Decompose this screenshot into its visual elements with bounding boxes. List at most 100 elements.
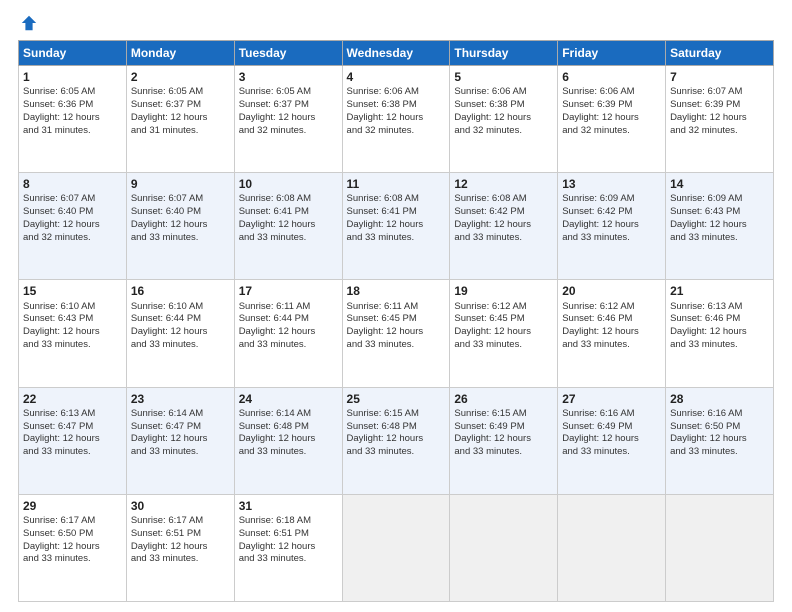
calendar-cell: 13 Sunrise: 6:09 AM Sunset: 6:42 PM Dayl… xyxy=(558,173,666,280)
day-number: 4 xyxy=(347,69,446,85)
daylight-minutes: and 33 minutes. xyxy=(670,339,738,350)
daylight-minutes: and 33 minutes. xyxy=(131,339,199,350)
day-header-wednesday: Wednesday xyxy=(342,41,450,66)
sunset-text: Sunset: 6:48 PM xyxy=(347,421,417,432)
day-number: 14 xyxy=(670,176,769,192)
calendar-cell: 29 Sunrise: 6:17 AM Sunset: 6:50 PM Dayl… xyxy=(19,494,127,601)
daylight-minutes: and 33 minutes. xyxy=(670,446,738,457)
sunset-text: Sunset: 6:44 PM xyxy=(131,313,201,324)
daylight-text: Daylight: 12 hours xyxy=(562,326,639,337)
calendar-cell: 17 Sunrise: 6:11 AM Sunset: 6:44 PM Dayl… xyxy=(234,280,342,387)
sunset-text: Sunset: 6:42 PM xyxy=(454,206,524,217)
daylight-text: Daylight: 12 hours xyxy=(454,112,531,123)
sunset-text: Sunset: 6:41 PM xyxy=(347,206,417,217)
day-header-tuesday: Tuesday xyxy=(234,41,342,66)
day-header-friday: Friday xyxy=(558,41,666,66)
daylight-minutes: and 33 minutes. xyxy=(562,446,630,457)
sunset-text: Sunset: 6:43 PM xyxy=(670,206,740,217)
daylight-minutes: and 32 minutes. xyxy=(23,232,91,243)
daylight-minutes: and 33 minutes. xyxy=(239,553,307,564)
calendar-cell: 28 Sunrise: 6:16 AM Sunset: 6:50 PM Dayl… xyxy=(666,387,774,494)
calendar-cell: 9 Sunrise: 6:07 AM Sunset: 6:40 PM Dayli… xyxy=(126,173,234,280)
sunrise-text: Sunrise: 6:07 AM xyxy=(131,193,203,204)
daylight-text: Daylight: 12 hours xyxy=(347,112,424,123)
calendar-cell: 8 Sunrise: 6:07 AM Sunset: 6:40 PM Dayli… xyxy=(19,173,127,280)
daylight-minutes: and 32 minutes. xyxy=(562,125,630,136)
daylight-minutes: and 33 minutes. xyxy=(562,339,630,350)
sunset-text: Sunset: 6:51 PM xyxy=(239,528,309,539)
sunset-text: Sunset: 6:45 PM xyxy=(347,313,417,324)
sunset-text: Sunset: 6:50 PM xyxy=(23,528,93,539)
day-number: 28 xyxy=(670,391,769,407)
day-header-monday: Monday xyxy=(126,41,234,66)
sunrise-text: Sunrise: 6:16 AM xyxy=(670,408,742,419)
daylight-text: Daylight: 12 hours xyxy=(239,326,316,337)
calendar-cell: 6 Sunrise: 6:06 AM Sunset: 6:39 PM Dayli… xyxy=(558,66,666,173)
logo-icon xyxy=(20,14,38,32)
calendar-cell: 16 Sunrise: 6:10 AM Sunset: 6:44 PM Dayl… xyxy=(126,280,234,387)
daylight-text: Daylight: 12 hours xyxy=(454,326,531,337)
daylight-text: Daylight: 12 hours xyxy=(131,112,208,123)
daylight-text: Daylight: 12 hours xyxy=(239,433,316,444)
sunset-text: Sunset: 6:39 PM xyxy=(670,99,740,110)
day-number: 27 xyxy=(562,391,661,407)
header xyxy=(18,16,774,32)
sunrise-text: Sunrise: 6:15 AM xyxy=(347,408,419,419)
sunset-text: Sunset: 6:46 PM xyxy=(562,313,632,324)
calendar-cell: 5 Sunrise: 6:06 AM Sunset: 6:38 PM Dayli… xyxy=(450,66,558,173)
calendar-cell: 20 Sunrise: 6:12 AM Sunset: 6:46 PM Dayl… xyxy=(558,280,666,387)
day-number: 13 xyxy=(562,176,661,192)
calendar-cell: 25 Sunrise: 6:15 AM Sunset: 6:48 PM Dayl… xyxy=(342,387,450,494)
calendar-cell: 24 Sunrise: 6:14 AM Sunset: 6:48 PM Dayl… xyxy=(234,387,342,494)
daylight-minutes: and 33 minutes. xyxy=(454,232,522,243)
day-number: 26 xyxy=(454,391,553,407)
daylight-text: Daylight: 12 hours xyxy=(23,326,100,337)
sunset-text: Sunset: 6:38 PM xyxy=(454,99,524,110)
sunset-text: Sunset: 6:47 PM xyxy=(23,421,93,432)
daylight-text: Daylight: 12 hours xyxy=(131,219,208,230)
day-number: 7 xyxy=(670,69,769,85)
sunrise-text: Sunrise: 6:09 AM xyxy=(562,193,634,204)
sunrise-text: Sunrise: 6:14 AM xyxy=(131,408,203,419)
calendar-cell: 18 Sunrise: 6:11 AM Sunset: 6:45 PM Dayl… xyxy=(342,280,450,387)
calendar-cell: 3 Sunrise: 6:05 AM Sunset: 6:37 PM Dayli… xyxy=(234,66,342,173)
sunset-text: Sunset: 6:38 PM xyxy=(347,99,417,110)
daylight-text: Daylight: 12 hours xyxy=(562,219,639,230)
calendar-cell: 26 Sunrise: 6:15 AM Sunset: 6:49 PM Dayl… xyxy=(450,387,558,494)
calendar-cell: 22 Sunrise: 6:13 AM Sunset: 6:47 PM Dayl… xyxy=(19,387,127,494)
calendar-cell: 19 Sunrise: 6:12 AM Sunset: 6:45 PM Dayl… xyxy=(450,280,558,387)
daylight-minutes: and 31 minutes. xyxy=(23,125,91,136)
daylight-minutes: and 32 minutes. xyxy=(670,125,738,136)
day-number: 17 xyxy=(239,283,338,299)
sunset-text: Sunset: 6:41 PM xyxy=(239,206,309,217)
sunrise-text: Sunrise: 6:08 AM xyxy=(454,193,526,204)
day-number: 8 xyxy=(23,176,122,192)
day-number: 6 xyxy=(562,69,661,85)
daylight-text: Daylight: 12 hours xyxy=(562,112,639,123)
calendar-cell xyxy=(342,494,450,601)
sunrise-text: Sunrise: 6:17 AM xyxy=(23,515,95,526)
daylight-minutes: and 33 minutes. xyxy=(454,339,522,350)
sunrise-text: Sunrise: 6:10 AM xyxy=(131,301,203,312)
sunset-text: Sunset: 6:47 PM xyxy=(131,421,201,432)
sunset-text: Sunset: 6:46 PM xyxy=(670,313,740,324)
day-number: 11 xyxy=(347,176,446,192)
sunset-text: Sunset: 6:42 PM xyxy=(562,206,632,217)
sunset-text: Sunset: 6:39 PM xyxy=(562,99,632,110)
calendar-cell: 4 Sunrise: 6:06 AM Sunset: 6:38 PM Dayli… xyxy=(342,66,450,173)
day-number: 18 xyxy=(347,283,446,299)
daylight-text: Daylight: 12 hours xyxy=(239,219,316,230)
calendar-cell: 12 Sunrise: 6:08 AM Sunset: 6:42 PM Dayl… xyxy=(450,173,558,280)
daylight-minutes: and 33 minutes. xyxy=(23,553,91,564)
daylight-text: Daylight: 12 hours xyxy=(670,112,747,123)
calendar-cell: 23 Sunrise: 6:14 AM Sunset: 6:47 PM Dayl… xyxy=(126,387,234,494)
day-number: 29 xyxy=(23,498,122,514)
day-header-saturday: Saturday xyxy=(666,41,774,66)
daylight-text: Daylight: 12 hours xyxy=(23,112,100,123)
day-number: 25 xyxy=(347,391,446,407)
sunrise-text: Sunrise: 6:05 AM xyxy=(23,86,95,97)
daylight-minutes: and 33 minutes. xyxy=(562,232,630,243)
sunset-text: Sunset: 6:36 PM xyxy=(23,99,93,110)
day-number: 1 xyxy=(23,69,122,85)
daylight-minutes: and 33 minutes. xyxy=(347,446,415,457)
